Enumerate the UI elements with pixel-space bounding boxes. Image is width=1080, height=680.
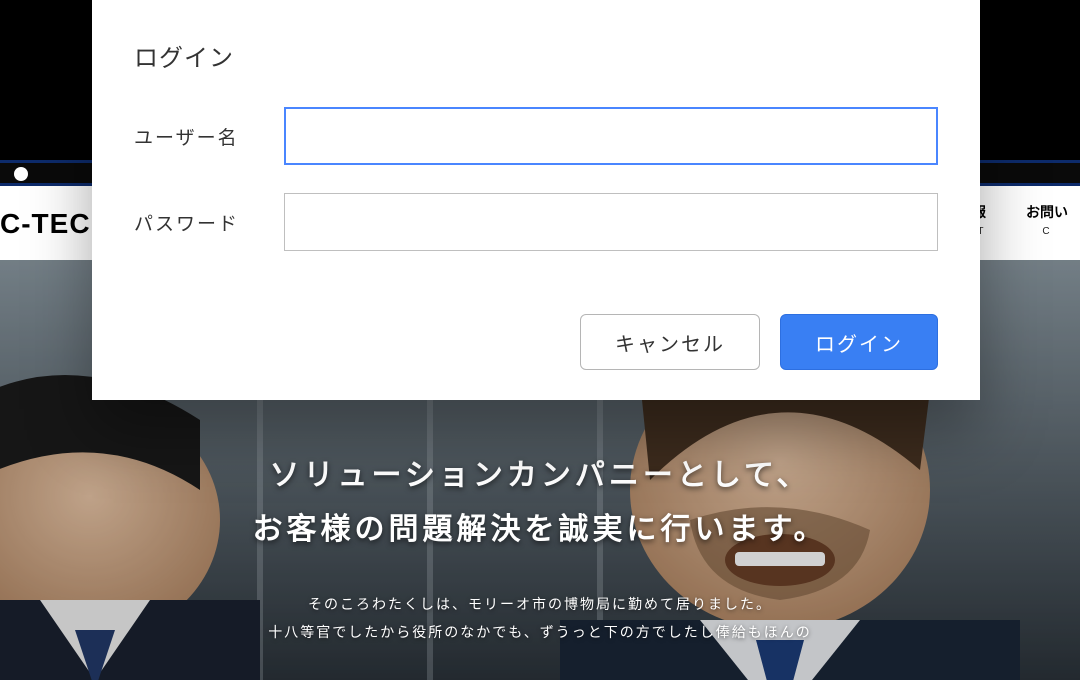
hero-subtext: そのころわたくしは、モリーオ市の博物局に勤めて居りました。 十八等官でしたから役… xyxy=(0,590,1080,646)
site-logo[interactable]: C-TEC xyxy=(0,208,91,240)
hero-line-2: お客様の問題解決を誠実に行います。 xyxy=(0,504,1080,548)
hero-headline: ソリューションカンパニーとして、 お客様の問題解決を誠実に行います。 xyxy=(0,440,1080,558)
hero-sub-1: そのころわたくしは、モリーオ市の博物局に勤めて居りました。 xyxy=(0,590,1080,618)
password-input[interactable] xyxy=(284,193,938,251)
carousel-dot-icon xyxy=(14,167,28,181)
password-label: パスワード xyxy=(134,209,284,236)
nav-right-group: 報 IT お問い C xyxy=(972,202,1068,237)
login-dialog: ログイン ユーザー名 パスワード キャンセル ログイン xyxy=(92,0,980,400)
dialog-title: ログイン xyxy=(134,38,938,73)
hero-line-1: ソリューションカンパニーとして、 xyxy=(0,450,1080,494)
password-row: パスワード xyxy=(134,193,938,251)
dialog-button-row: キャンセル ログイン xyxy=(580,314,938,370)
username-input[interactable] xyxy=(284,107,938,165)
cancel-button[interactable]: キャンセル xyxy=(580,314,760,370)
nav-item-en: C xyxy=(1026,226,1068,237)
hero-sub-2: 十八等官でしたから役所のなかでも、ずうっと下の方でしたし俸給もほんの xyxy=(0,618,1080,646)
username-row: ユーザー名 xyxy=(134,107,938,165)
nav-item[interactable]: お問い C xyxy=(1026,202,1068,237)
nav-item-jp: お問い xyxy=(1026,202,1068,222)
login-button[interactable]: ログイン xyxy=(780,314,938,370)
username-label: ユーザー名 xyxy=(134,123,284,150)
